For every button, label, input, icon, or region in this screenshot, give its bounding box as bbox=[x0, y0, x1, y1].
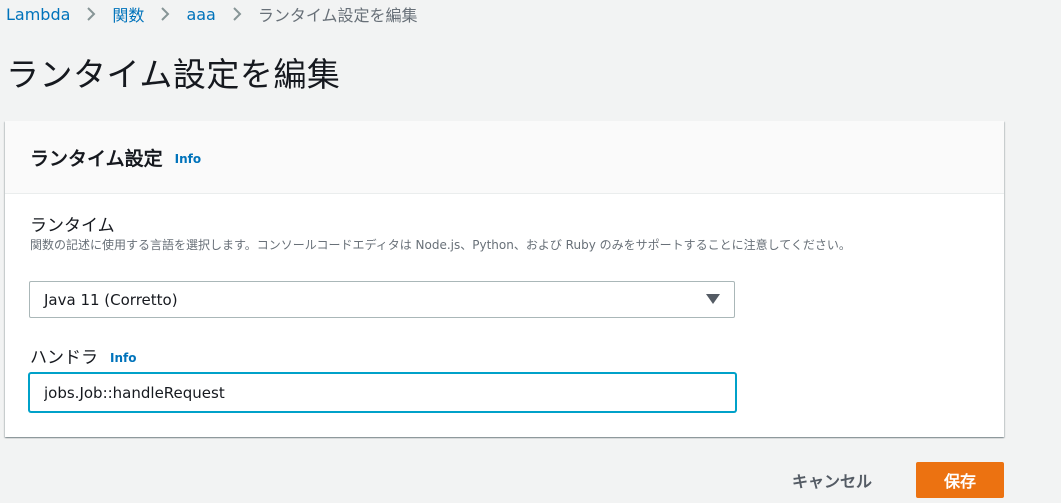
breadcrumb: Lambda 関数 aaa ランタイム設定を編集 bbox=[6, 2, 418, 26]
runtime-label: ランタイム bbox=[30, 211, 115, 236]
chevron-right-icon bbox=[70, 6, 112, 22]
chevron-right-icon bbox=[144, 6, 186, 22]
handler-input[interactable] bbox=[29, 373, 736, 412]
breadcrumb-function-aaa[interactable]: aaa bbox=[186, 5, 215, 24]
save-button[interactable]: 保存 bbox=[916, 462, 1004, 498]
cancel-button[interactable]: キャンセル bbox=[772, 463, 892, 497]
handler-label: ハンドラ Info bbox=[30, 343, 136, 368]
handler-label-text: ハンドラ bbox=[30, 348, 98, 368]
breadcrumb-current: ランタイム設定を編集 bbox=[257, 6, 418, 25]
caret-down-icon bbox=[706, 294, 720, 304]
runtime-label-text: ランタイム bbox=[30, 216, 115, 236]
handler-info-link[interactable]: Info bbox=[110, 351, 136, 365]
runtime-description: 関数の記述に使用する言語を選択します。コンソールコードエディタは Node.js… bbox=[30, 238, 851, 252]
page-title: ランタイム設定を編集 bbox=[6, 55, 341, 94]
runtime-select[interactable]: Java 11 (Corretto) bbox=[29, 281, 735, 318]
breadcrumb-lambda[interactable]: Lambda bbox=[6, 5, 70, 24]
panel-title: ランタイム設定 bbox=[30, 147, 163, 170]
breadcrumb-functions[interactable]: 関数 bbox=[112, 2, 144, 26]
runtime-settings-panel: ランタイム設定 Info ランタイム 関数の記述に使用する言語を選択します。コン… bbox=[5, 121, 1004, 437]
runtime-settings-info-link[interactable]: Info bbox=[175, 152, 201, 166]
runtime-selected-value: Java 11 (Corretto) bbox=[44, 290, 178, 309]
chevron-right-icon bbox=[216, 6, 258, 22]
panel-header: ランタイム設定 Info bbox=[5, 121, 1004, 194]
